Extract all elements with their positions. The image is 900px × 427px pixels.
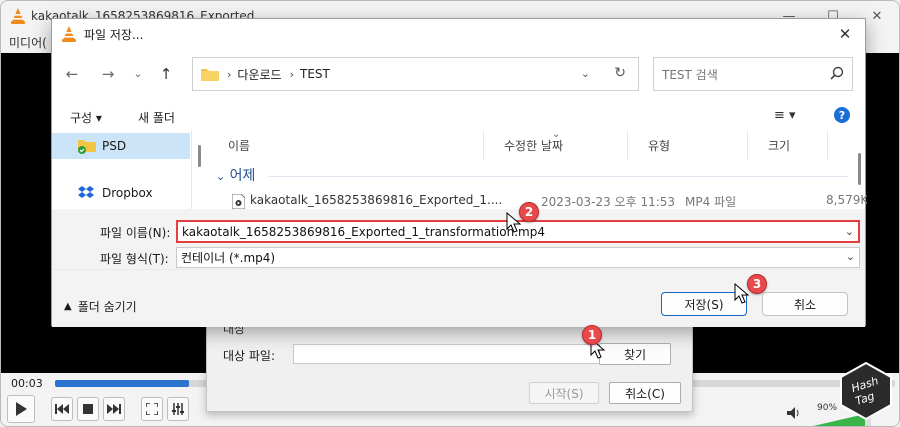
filetype-select[interactable]: 컨테이너 (*.mp4) ⌄: [176, 247, 860, 268]
nav-pane-scrollbar[interactable]: [198, 145, 201, 167]
next-button[interactable]: [103, 397, 125, 421]
hide-folders-label: 폴더 숨기기: [77, 300, 137, 314]
column-header-name[interactable]: 이름: [208, 131, 484, 159]
video-file-icon: [232, 194, 245, 209]
search-placeholder: TEST 검색: [662, 67, 718, 82]
back-arrow-icon[interactable]: ←: [62, 65, 82, 83]
next-icon: [107, 404, 121, 414]
group-header[interactable]: ⌄ 어제: [216, 165, 255, 185]
start-button: 시작(S): [529, 382, 599, 404]
nav-item-label: Dropbox: [102, 186, 153, 200]
play-button[interactable]: [7, 395, 35, 423]
stop-button[interactable]: [77, 397, 99, 421]
chevron-up-icon: ▲: [64, 301, 72, 312]
recent-locations-chevron-icon[interactable]: ⌄: [128, 67, 148, 80]
volume-label: 90%: [817, 403, 838, 413]
hide-folders-toggle[interactable]: ▲ 폴더 숨기기: [64, 298, 137, 315]
command-bar: 구성 ▾ 새 폴더 ≡ ▾ ?: [52, 101, 865, 131]
previous-icon: [55, 404, 69, 414]
group-collapse-icon: ⌄: [216, 170, 226, 183]
up-arrow-icon[interactable]: ↑: [156, 65, 176, 83]
cancel-button[interactable]: 취소: [762, 292, 848, 316]
menu-media[interactable]: 미디어(: [9, 34, 47, 51]
file-name: kakaotalk_1658253869816_Exported_1....: [250, 193, 503, 207]
destination-file-label: 대상 파일:: [223, 349, 276, 363]
destination-file-input[interactable]: [293, 344, 600, 364]
elapsed-time: 00:03: [11, 377, 43, 390]
column-header-label: 이름: [228, 138, 251, 153]
close-icon[interactable]: ✕: [825, 19, 865, 49]
folder-sync-icon: [78, 140, 96, 154]
navigation-bar: ← → ⌄ ↑ › 다운로드 › TEST ⌄ ↻ TEST 검색: [52, 53, 865, 93]
column-header-type[interactable]: 유형: [628, 131, 748, 159]
save-dialog-title: 파일 저장...: [84, 27, 144, 42]
breadcrumb-test[interactable]: TEST: [300, 67, 330, 81]
new-folder-button[interactable]: 새 폴더: [138, 109, 175, 126]
view-options-icon[interactable]: ≡ ▾: [774, 108, 796, 123]
filetype-label: 파일 형식(T):: [100, 252, 169, 266]
stop-icon: [83, 404, 93, 414]
convert-cancel-button[interactable]: 취소(C): [609, 382, 681, 404]
refresh-icon[interactable]: ↻: [614, 65, 626, 81]
step-marker-2: 2: [519, 202, 539, 222]
file-type: MP4 파일: [685, 195, 737, 209]
group-header-label: 어제: [229, 168, 256, 184]
sort-indicator-icon: ⌄: [552, 131, 561, 140]
fullscreen-button[interactable]: [141, 397, 163, 421]
breadcrumb-separator-icon: ›: [227, 67, 232, 81]
file-list-scrollbar[interactable]: [858, 153, 861, 185]
extended-settings-button[interactable]: [167, 397, 189, 421]
vlc-cone-icon: [11, 8, 25, 24]
breadcrumb-downloads[interactable]: 다운로드: [237, 66, 281, 83]
nav-item-dropbox[interactable]: Dropbox: [52, 180, 190, 206]
step-marker-3: 3: [747, 274, 767, 294]
group-divider: [268, 176, 848, 177]
previous-button[interactable]: [51, 397, 73, 421]
filetype-dropdown-icon[interactable]: ⌄: [846, 250, 855, 263]
address-bar[interactable]: › 다운로드 › TEST ⌄ ↻: [192, 57, 639, 91]
fullscreen-icon: [146, 403, 158, 415]
filetype-value: 컨테이너 (*.mp4): [181, 251, 276, 265]
filename-value: kakaotalk_1658253869816_Exported_1_trans…: [182, 224, 545, 239]
search-icon: [830, 66, 844, 80]
save-file-dialog: 파일 저장... ✕ ← → ⌄ ↑ › 다운로드 › TEST ⌄ ↻ TES…: [51, 18, 867, 327]
seek-bar-fill: [55, 380, 190, 387]
forward-arrow-icon[interactable]: →: [98, 65, 118, 83]
column-header-label: 유형: [648, 138, 671, 153]
save-dialog-titlebar: 파일 저장... ✕: [52, 19, 865, 49]
organize-menu[interactable]: 구성 ▾: [70, 109, 102, 126]
breadcrumb-separator-icon: ›: [289, 67, 294, 81]
vlc-cone-icon: [62, 26, 76, 42]
folder-icon: [201, 69, 219, 81]
help-icon[interactable]: ?: [834, 107, 850, 123]
column-header-label: 크기: [768, 138, 791, 153]
address-dropdown-icon[interactable]: ⌄: [581, 67, 590, 80]
browse-button[interactable]: 찾기: [599, 343, 671, 365]
filename-label: 파일 이름(N):: [100, 226, 171, 240]
file-size: 8,579KB: [826, 193, 867, 207]
step-marker-1: 1: [582, 325, 602, 345]
nav-item-label: PSD: [102, 139, 127, 153]
speaker-icon[interactable]: [787, 407, 801, 419]
file-list: 이름 수정한 날짜 유형 크기 ⌄ ⌄ 어제 kakaotalk_1658253…: [208, 131, 867, 209]
file-modified: 2023-03-23 오후 11:53: [541, 195, 676, 209]
dropbox-icon: [78, 186, 94, 198]
hashtag-logo: Hash Tag: [840, 362, 892, 420]
nav-item-psd[interactable]: PSD: [52, 133, 190, 159]
filename-dropdown-icon[interactable]: ⌄: [845, 225, 854, 238]
search-box[interactable]: TEST 검색: [653, 57, 853, 91]
navigation-pane: PSD Dropbox: [52, 131, 192, 209]
equalizer-icon: [172, 403, 184, 415]
filename-area: 파일 이름(N): kakaotalk_1658253869816_Export…: [52, 209, 865, 269]
column-header-size[interactable]: 크기: [748, 131, 828, 159]
play-icon: [16, 402, 27, 416]
